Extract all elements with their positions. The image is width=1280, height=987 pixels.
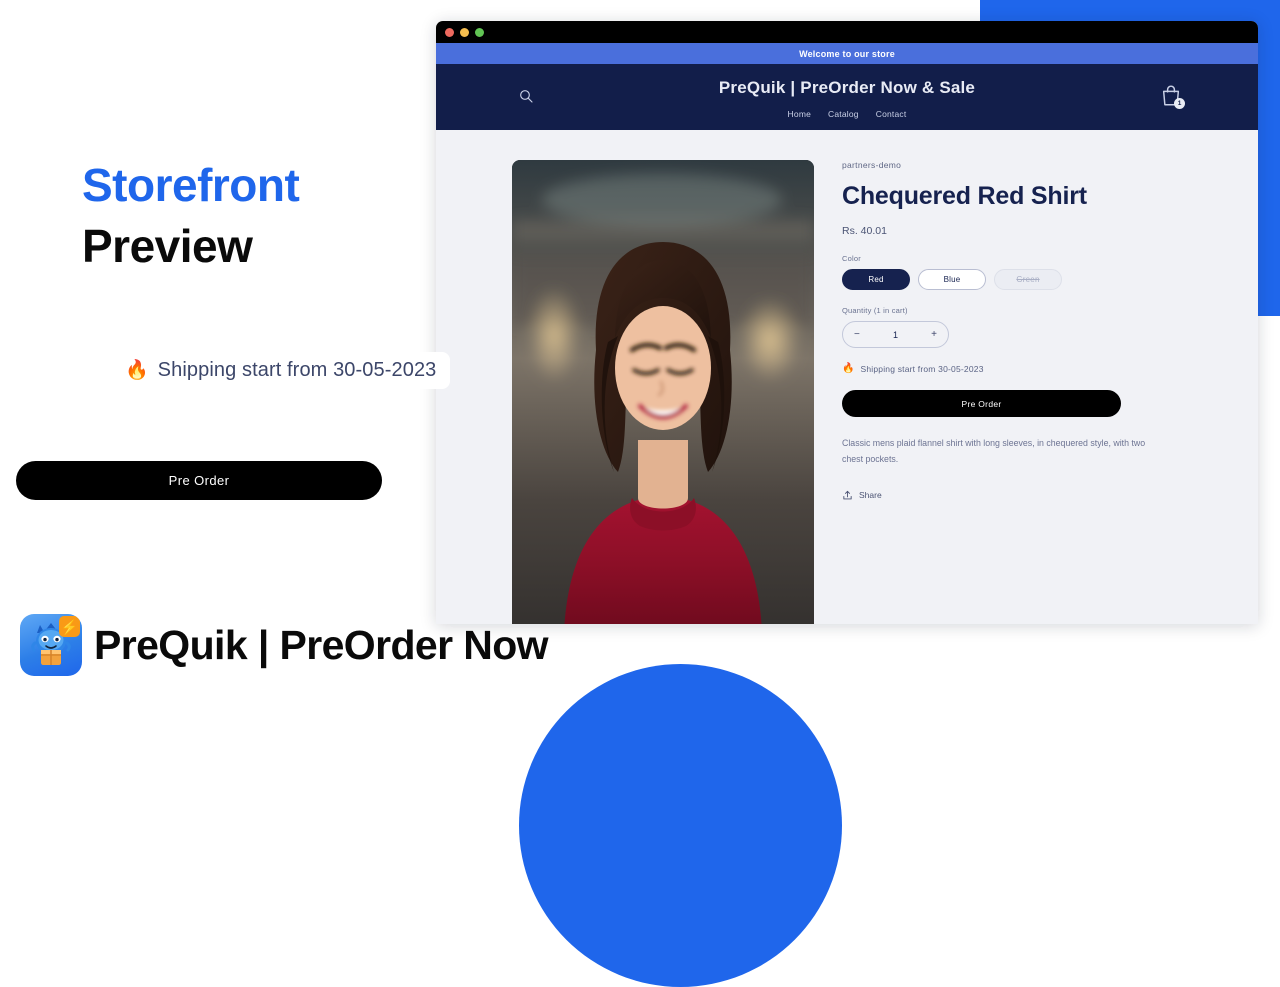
lightning-bolt-badge-icon: ⚡	[59, 616, 80, 637]
preorder-button-highlight[interactable]: Pre Order	[16, 461, 382, 500]
shipping-note-text: Shipping start from 30-05-2023	[860, 364, 984, 374]
quantity-label: Quantity (1 in cart)	[842, 306, 908, 315]
color-option-group: Red Blue Green	[842, 269, 1187, 290]
product-vendor: partners-demo	[842, 160, 902, 170]
quantity-stepper[interactable]: − 1 +	[842, 321, 949, 348]
share-icon	[843, 490, 852, 499]
quantity-increment-button[interactable]: +	[931, 329, 937, 340]
shopping-bag-icon[interactable]: 1	[1160, 84, 1185, 109]
nav-item-home[interactable]: Home	[788, 109, 811, 119]
shipping-callout-card: 🔥 Shipping start from 30-05-2023	[113, 352, 451, 389]
brand-name: PreQuik | PreOrder Now	[94, 621, 549, 668]
store-nav: Home Catalog Contact	[436, 109, 1258, 119]
shipping-note: 🔥 Shipping start from 30-05-2023	[842, 363, 1187, 375]
announcement-bar: Welcome to our store	[436, 43, 1258, 64]
store-header: PreQuik | PreOrder Now & Sale Home Catal…	[436, 64, 1258, 130]
shipping-callout-text: Shipping start from 30-05-2023	[157, 359, 437, 381]
quantity-decrement-button[interactable]: −	[854, 329, 860, 340]
prequik-app-icon: ⚡	[20, 614, 82, 676]
nav-item-contact[interactable]: Contact	[876, 109, 907, 119]
product-title: Chequered Red Shirt	[842, 182, 1087, 210]
browser-titlebar	[436, 21, 1258, 43]
product-price: Rs. 40.01	[842, 225, 887, 237]
headline-second-line: Preview	[82, 219, 253, 272]
promo-panel: Storefront Preview 🔥 Shipping start from…	[0, 0, 451, 720]
decorative-blue-circle	[519, 664, 842, 987]
brand-lockup: ⚡ PreQuik | PreOrder Now	[20, 614, 549, 676]
color-option-label: Color	[842, 254, 861, 263]
color-swatch-red[interactable]: Red	[842, 269, 910, 290]
product-page: partners-demo Chequered Red Shirt Rs. 40…	[436, 130, 1258, 624]
maximize-window-button[interactable]	[475, 27, 484, 37]
cart-count-badge: 1	[1174, 98, 1185, 109]
fire-icon: 🔥	[842, 363, 855, 374]
fire-icon: 🔥	[125, 360, 149, 381]
headline-accent-line: Storefront	[82, 159, 300, 211]
minimize-window-button[interactable]	[460, 27, 469, 37]
product-info: partners-demo Chequered Red Shirt Rs. 40…	[842, 160, 1187, 501]
browser-window: Welcome to our store PreQuik | PreOrder …	[436, 21, 1258, 624]
color-swatch-green[interactable]: Green	[994, 269, 1062, 290]
share-button[interactable]: Share	[842, 490, 1187, 501]
store-title: PreQuik | PreOrder Now & Sale	[718, 78, 976, 97]
nav-item-catalog[interactable]: Catalog	[828, 109, 859, 119]
search-icon[interactable]	[518, 88, 534, 104]
color-swatch-blue[interactable]: Blue	[918, 269, 986, 290]
close-window-button[interactable]	[445, 27, 454, 37]
product-image[interactable]	[512, 160, 814, 624]
quantity-value: 1	[892, 329, 898, 340]
product-description: Classic mens plaid flannel shirt with lo…	[842, 438, 1146, 465]
share-label: Share	[859, 490, 882, 501]
page-title: Storefront Preview	[82, 155, 432, 276]
preorder-button[interactable]: Pre Order	[842, 390, 1121, 417]
